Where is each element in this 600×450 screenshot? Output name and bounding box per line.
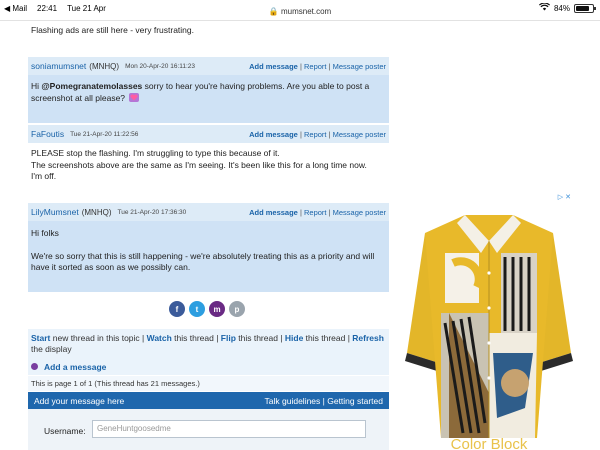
twitter-icon[interactable]: t (189, 301, 205, 317)
add-message-link[interactable]: Add message (249, 62, 298, 71)
thread-option-text: this thread | (235, 333, 285, 343)
message-poster-link[interactable]: Message poster (333, 62, 386, 71)
reply-form: Username: GeneHuntgoosedme (28, 409, 389, 450)
page-info: This is page 1 of 1 (This thread has 21 … (28, 376, 389, 391)
post-date: Mon 20-Apr-20 16:11:23 (125, 62, 196, 70)
advertisement[interactable]: ▷ ✕ Color Block (405, 193, 573, 450)
username-label: Username: (44, 426, 86, 436)
toolbar-divider (0, 20, 600, 21)
ad-headline: Color Block (451, 436, 528, 450)
lock-icon: 🔒 (268, 7, 279, 16)
message-poster-link[interactable]: Message poster (333, 130, 386, 139)
post-header: soniamumsnet (MNHQ) Mon 20-Apr-20 16:11:… (28, 57, 389, 75)
post-actions: Add message | Report | Message poster (249, 130, 386, 139)
print-icon[interactable]: p (229, 301, 245, 317)
thread-options: Start new thread in this topic | Watch t… (28, 329, 389, 358)
post-date: Tue 21-Apr-20 11:22:56 (70, 130, 139, 138)
post: LilyMumsnet (MNHQ) Tue 21-Apr-20 17:36:3… (28, 203, 389, 292)
post-body: Hi @Pomegranatemolasses sorry to hear yo… (28, 75, 389, 123)
mumsnet-share-icon[interactable]: m (209, 301, 225, 317)
post-text-start: Hi (31, 81, 42, 91)
post-line: I'm off. (31, 171, 57, 181)
heart-emoji-icon (129, 92, 140, 102)
hide-thread-link[interactable]: Hide (285, 333, 303, 343)
add-message-row[interactable]: Add a message (28, 358, 389, 375)
share-buttons: f t m p (169, 301, 249, 317)
reply-title: Add your message here (34, 395, 125, 406)
ad-choices-close-icon[interactable]: ▷ ✕ (558, 193, 571, 201)
post: soniamumsnet (MNHQ) Mon 20-Apr-20 16:11:… (28, 57, 389, 123)
post-line: PLEASE stop the flashing. I'm struggling… (31, 148, 280, 158)
post: FaFoutis Tue 21-Apr-20 11:22:56 Add mess… (28, 125, 389, 189)
flip-thread-link[interactable]: Flip (221, 333, 236, 343)
battery-icon (574, 3, 596, 13)
report-link[interactable]: Report (304, 62, 327, 71)
wifi-icon (538, 2, 551, 13)
thread-option-text: new thread in this topic | (50, 333, 147, 343)
post-actions: Add message | Report | Message poster (249, 62, 386, 71)
previous-post-text: Flashing ads are still here - very frust… (31, 25, 194, 35)
post-hq-tag: (MNHQ) (89, 61, 120, 71)
status-bar: ◀ Mail 22:41 Tue 21 Apr 🔒 mumsnet.com 84… (0, 0, 600, 20)
add-message-link[interactable]: Add message (249, 208, 298, 217)
post-header: FaFoutis Tue 21-Apr-20 11:22:56 Add mess… (28, 125, 389, 143)
address-bar[interactable]: 🔒 mumsnet.com (0, 7, 600, 16)
facebook-icon[interactable]: f (169, 301, 185, 317)
post-username[interactable]: FaFoutis (31, 129, 64, 139)
mention-link[interactable]: @Pomegranatemolasses (41, 81, 142, 91)
post-line: We're so sorry that this is still happen… (31, 250, 375, 273)
post-body: PLEASE stop the flashing. I'm struggling… (28, 143, 389, 189)
report-link[interactable]: Report (304, 130, 327, 139)
watch-thread-link[interactable]: Watch (147, 333, 172, 343)
talk-guidelines-link[interactable]: Talk guidelines (265, 396, 321, 406)
shirt-product-image: Color Block (405, 215, 573, 450)
add-message-link[interactable]: Add message (249, 130, 298, 139)
battery-percent: 84% (553, 3, 570, 13)
reply-header: Add your message here Talk guidelines | … (28, 392, 389, 409)
thread-option-text: the display (31, 344, 72, 354)
start-thread-link[interactable]: Start (31, 333, 50, 343)
refresh-link[interactable]: Refresh (352, 333, 384, 343)
post-line: The screenshots above are the same as I'… (31, 159, 367, 170)
post-body: Hi folks We're so sorry that this is sti… (28, 221, 389, 292)
post-actions: Add message | Report | Message poster (249, 208, 386, 217)
post-username[interactable]: LilyMumsnet (31, 207, 79, 217)
thread-option-text: this thread | (303, 333, 353, 343)
post-username[interactable]: soniamumsnet (31, 61, 86, 71)
post-line: Hi folks (31, 228, 59, 238)
post-date: Tue 21-Apr-20 17:36:30 (117, 208, 187, 216)
post-hq-tag: (MNHQ) (81, 207, 112, 217)
post-header: LilyMumsnet (MNHQ) Tue 21-Apr-20 17:36:3… (28, 203, 389, 221)
url-text: mumsnet.com (280, 7, 332, 16)
message-poster-link[interactable]: Message poster (333, 208, 386, 217)
add-a-message-link[interactable]: Add a message (44, 362, 106, 372)
getting-started-link[interactable]: Getting started (327, 396, 383, 406)
thread-option-text: this thread | (171, 333, 221, 343)
username-field[interactable]: GeneHuntgoosedme (92, 420, 366, 438)
bullet-icon (31, 363, 38, 370)
report-link[interactable]: Report (304, 208, 327, 217)
